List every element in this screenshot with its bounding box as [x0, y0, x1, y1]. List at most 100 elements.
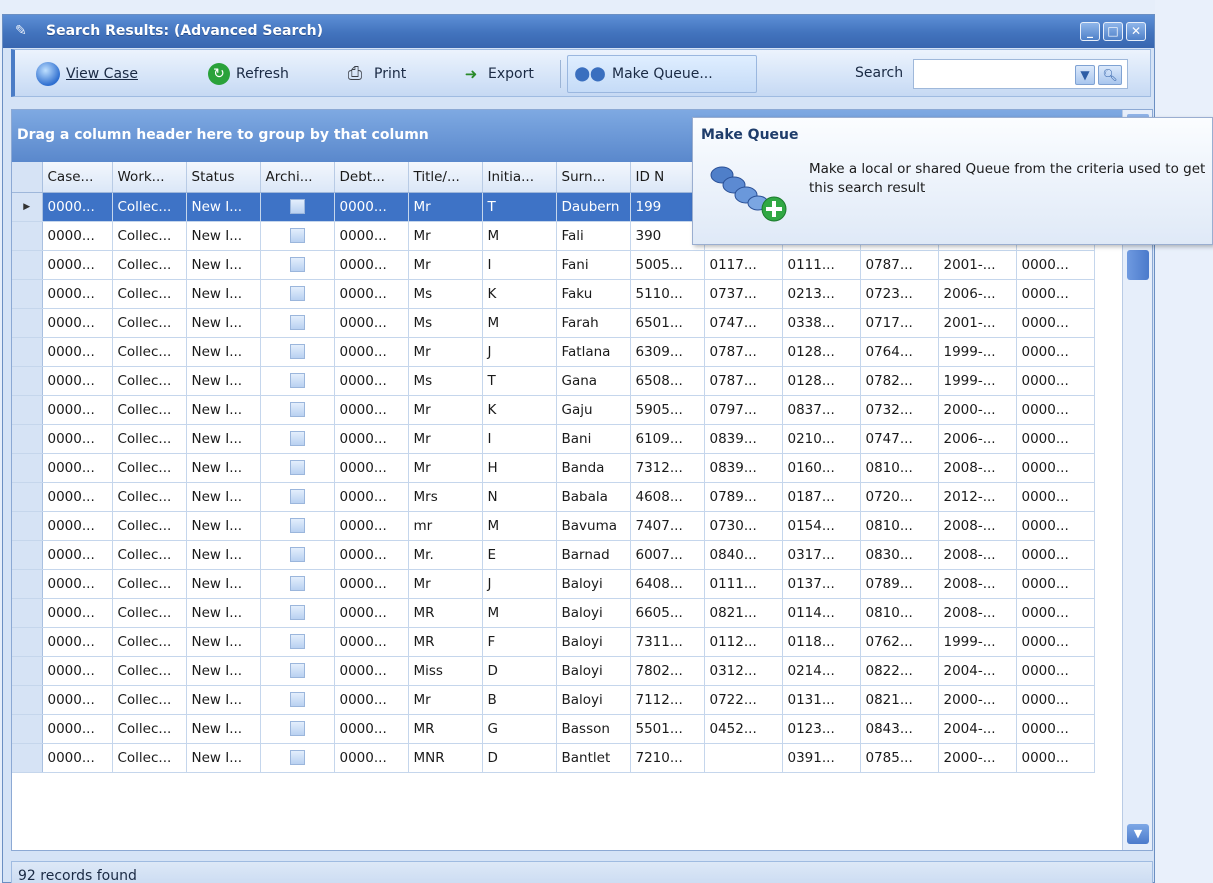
table-cell[interactable]: 2004-... — [938, 714, 1017, 744]
row-indicator[interactable] — [12, 569, 43, 599]
table-cell[interactable]: 2008-... — [938, 453, 1017, 483]
table-cell[interactable]: 0723... — [860, 279, 939, 309]
table-cell[interactable]: 0000... — [1016, 250, 1095, 280]
table-cell[interactable]: 2001-... — [938, 308, 1017, 338]
table-cell[interactable]: 0839... — [704, 453, 783, 483]
archived-checkbox[interactable] — [289, 576, 305, 591]
table-cell[interactable]: Mr — [408, 453, 483, 483]
table-cell[interactable]: 2008-... — [938, 540, 1017, 570]
table-cell[interactable]: 0128... — [782, 366, 861, 396]
table-cell[interactable]: 0000... — [334, 308, 409, 338]
table-cell[interactable]: Mr — [408, 395, 483, 425]
table-row[interactable]: 0000... Collec... New I... 0000... Mr J Fatlan… — [12, 337, 1095, 367]
table-cell[interactable]: 2000-... — [938, 395, 1017, 425]
table-cell[interactable]: New I... — [186, 627, 261, 657]
archived-checkbox[interactable] — [289, 547, 305, 562]
table-cell[interactable]: 0821... — [860, 685, 939, 715]
row-indicator[interactable] — [12, 482, 43, 512]
table-cell[interactable]: 0000... — [42, 453, 113, 483]
table-cell[interactable]: Collec... — [112, 627, 187, 657]
archived-checkbox[interactable] — [289, 373, 305, 388]
archived-checkbox[interactable] — [289, 750, 305, 765]
row-indicator[interactable] — [12, 250, 43, 280]
archived-checkbox[interactable] — [289, 721, 305, 736]
table-row[interactable]: 0000... Collec... New I... 0000... MNR D Bantl… — [12, 743, 1095, 773]
table-cell[interactable]: Collec... — [112, 598, 187, 628]
table-cell[interactable]: 1999-... — [938, 337, 1017, 367]
table-cell[interactable]: 0317... — [782, 540, 861, 570]
table-cell[interactable]: 2000-... — [938, 685, 1017, 715]
table-cell[interactable]: 6605... — [630, 598, 705, 628]
table-cell[interactable]: 0000... — [42, 337, 113, 367]
table-cell[interactable]: 0000... — [1016, 714, 1095, 744]
table-cell[interactable]: 5005... — [630, 250, 705, 280]
table-cell[interactable]: 0785... — [860, 743, 939, 773]
row-indicator[interactable] — [12, 308, 43, 338]
table-row[interactable]: 0000... Collec... New I... 0000... Mr B Baloyi… — [12, 685, 1095, 715]
table-cell[interactable]: 0000... — [42, 714, 113, 744]
table-cell[interactable]: 0391... — [782, 743, 861, 773]
table-cell[interactable]: 7802... — [630, 656, 705, 686]
table-cell[interactable]: 0000... — [42, 627, 113, 657]
table-cell[interactable]: MR — [408, 598, 483, 628]
table-row[interactable]: 0000... Collec... New I... 0000... Mr K Gaju 59… — [12, 395, 1095, 425]
table-cell[interactable]: New I... — [186, 366, 261, 396]
table-cell[interactable]: 2012-... — [938, 482, 1017, 512]
table-cell[interactable]: Collec... — [112, 540, 187, 570]
table-cell[interactable]: 0000... — [42, 656, 113, 686]
archived-checkbox[interactable] — [289, 402, 305, 417]
table-cell[interactable]: 0114... — [782, 598, 861, 628]
table-cell[interactable]: 0000... — [334, 250, 409, 280]
archived-checkbox-cell[interactable] — [260, 221, 335, 251]
table-cell[interactable]: Collec... — [112, 714, 187, 744]
table-cell[interactable]: 0000... — [334, 453, 409, 483]
table-cell[interactable]: Baloyi — [556, 569, 631, 599]
archived-checkbox-cell[interactable] — [260, 250, 335, 280]
table-cell[interactable]: D — [482, 743, 557, 773]
table-cell[interactable]: Collec... — [112, 395, 187, 425]
table-cell[interactable]: Gana — [556, 366, 631, 396]
table-cell[interactable]: 0000... — [1016, 656, 1095, 686]
table-row[interactable]: 0000... Collec... New I... 0000... mr M Bavuma… — [12, 511, 1095, 541]
table-cell[interactable]: 0000... — [42, 598, 113, 628]
table-cell[interactable]: 0000... — [334, 395, 409, 425]
table-cell[interactable]: 0000... — [42, 511, 113, 541]
table-cell[interactable]: 6007... — [630, 540, 705, 570]
table-cell[interactable]: Gaju — [556, 395, 631, 425]
table-cell[interactable]: 0000... — [1016, 540, 1095, 570]
table-cell[interactable]: 0787... — [704, 337, 783, 367]
table-row[interactable]: 0000... Collec... New I... 0000... Mr I Fani 50… — [12, 250, 1095, 280]
table-cell[interactable]: mr — [408, 511, 483, 541]
make-queue-button[interactable]: ⬤⬤ Make Queue... — [567, 55, 757, 93]
table-cell[interactable]: Collec... — [112, 308, 187, 338]
table-cell[interactable]: 0789... — [860, 569, 939, 599]
table-cell[interactable]: 0000... — [1016, 453, 1095, 483]
table-cell[interactable]: New I... — [186, 279, 261, 309]
table-cell[interactable]: 0839... — [704, 424, 783, 454]
maximize-button[interactable]: □ — [1103, 22, 1123, 41]
table-cell[interactable]: 0000... — [334, 279, 409, 309]
table-cell[interactable]: 0123... — [782, 714, 861, 744]
table-cell[interactable]: 0117... — [704, 250, 783, 280]
table-cell[interactable]: New I... — [186, 656, 261, 686]
table-cell[interactable]: H — [482, 453, 557, 483]
table-cell[interactable]: 0000... — [42, 482, 113, 512]
table-cell[interactable]: 0000... — [1016, 337, 1095, 367]
table-cell[interactable]: 0000... — [334, 598, 409, 628]
table-cell[interactable]: Collec... — [112, 221, 187, 251]
table-cell[interactable]: 0737... — [704, 279, 783, 309]
archived-checkbox[interactable] — [289, 489, 305, 504]
row-indicator[interactable] — [12, 279, 43, 309]
table-cell[interactable]: 0000... — [334, 627, 409, 657]
table-cell[interactable]: 0000... — [42, 308, 113, 338]
archived-checkbox[interactable] — [289, 286, 305, 301]
table-cell[interactable]: 0730... — [704, 511, 783, 541]
row-indicator[interactable] — [12, 627, 43, 657]
table-cell[interactable]: 0843... — [860, 714, 939, 744]
table-cell[interactable]: Mr — [408, 569, 483, 599]
archived-checkbox-cell[interactable] — [260, 569, 335, 599]
table-cell[interactable]: New I... — [186, 482, 261, 512]
row-indicator[interactable] — [12, 656, 43, 686]
column-header[interactable]: Case... — [42, 162, 113, 193]
table-cell[interactable]: 0000... — [334, 743, 409, 773]
